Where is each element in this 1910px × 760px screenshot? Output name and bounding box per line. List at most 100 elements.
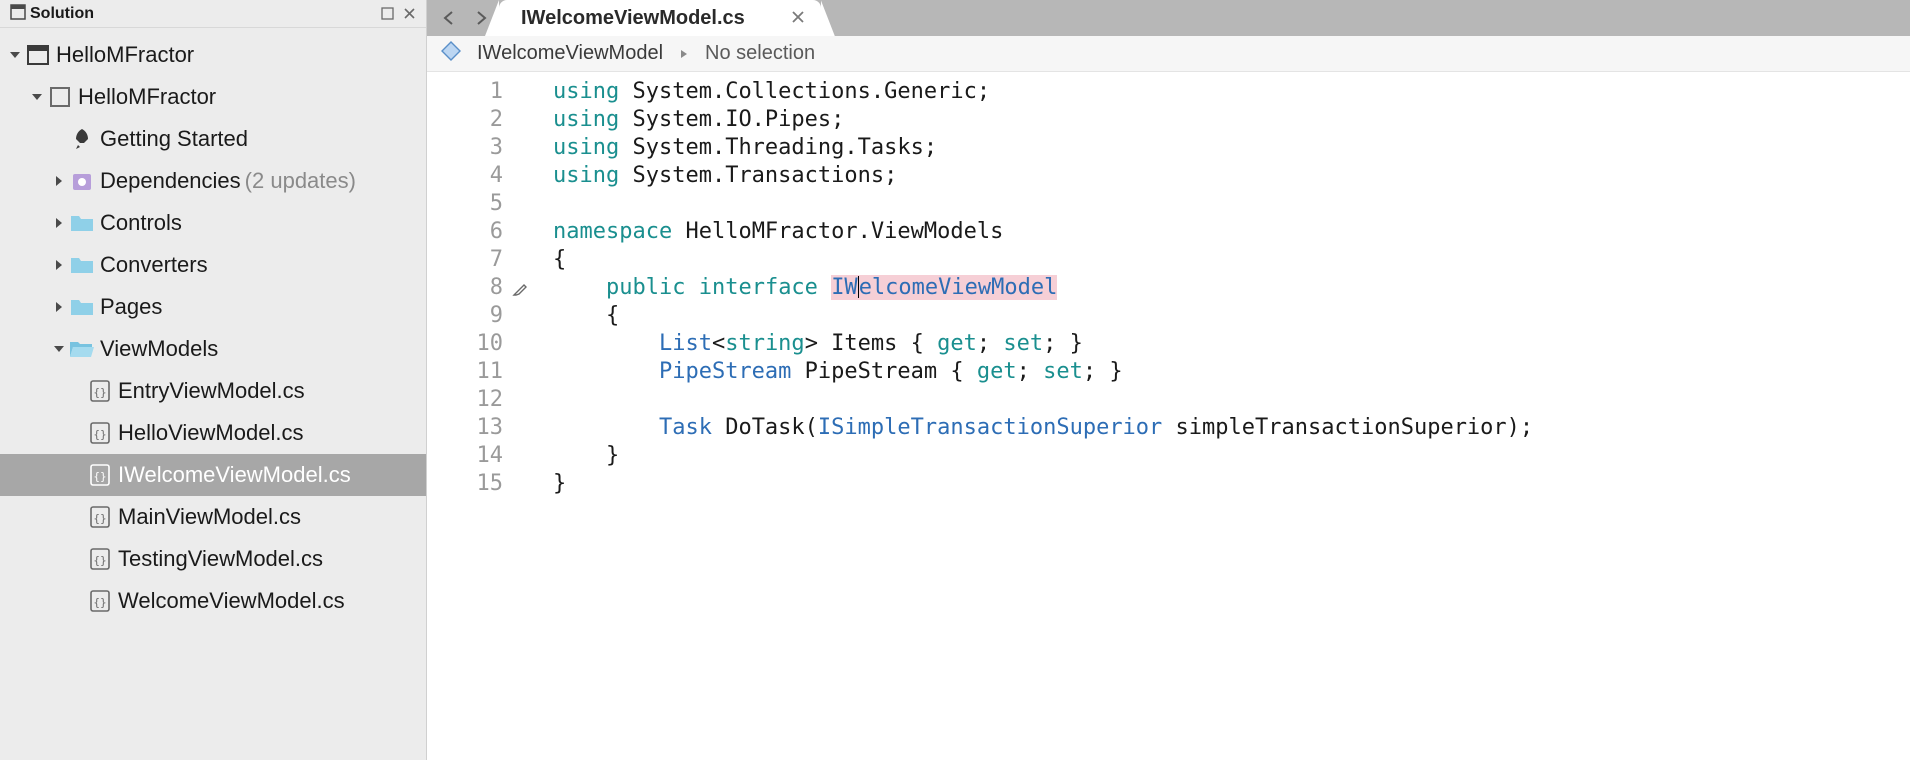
tree-label: ViewModels xyxy=(100,336,218,362)
svg-text:{}: {} xyxy=(93,428,106,441)
code-line[interactable]: using System.IO.Pipes; xyxy=(553,106,1910,134)
svg-text:{}: {} xyxy=(93,470,106,483)
interface-icon xyxy=(441,41,461,67)
solution-tree[interactable]: HelloMFractor HelloMFractor Getting Star… xyxy=(0,28,426,622)
nav-forward-button[interactable] xyxy=(473,10,489,26)
line-number: 12 xyxy=(427,386,503,414)
tab-label: IWelcomeViewModel.cs xyxy=(521,7,745,30)
tab-bar: IWelcomeViewModel.cs xyxy=(427,0,1910,36)
tree-label: Converters xyxy=(100,252,208,278)
tree-file-item[interactable]: {} EntryViewModel.cs xyxy=(0,370,426,412)
tree-folder-controls[interactable]: Controls xyxy=(0,202,426,244)
folder-icon xyxy=(68,213,96,233)
tree-getting-started[interactable]: Getting Started xyxy=(0,118,426,160)
chevron-down-icon[interactable] xyxy=(50,343,68,355)
tree-label: Getting Started xyxy=(100,126,248,152)
solution-icon xyxy=(24,43,52,67)
tree-file-item[interactable]: {} WelcomeViewModel.cs xyxy=(0,580,426,622)
code-line[interactable]: using System.Threading.Tasks; xyxy=(553,134,1910,162)
nav-back-button[interactable] xyxy=(441,10,457,26)
code-content[interactable]: using System.Collections.Generic;using S… xyxy=(513,78,1910,760)
line-number: 9 xyxy=(427,302,503,330)
tree-dependencies[interactable]: Dependencies (2 updates) xyxy=(0,160,426,202)
breadcrumb-item[interactable]: IWelcomeViewModel xyxy=(477,42,663,65)
breadcrumb-bar: IWelcomeViewModel No selection xyxy=(427,36,1910,72)
code-line[interactable]: using System.Transactions; xyxy=(553,162,1910,190)
line-number: 8 xyxy=(427,274,503,302)
folder-icon xyxy=(68,297,96,317)
csharp-file-icon: {} xyxy=(86,589,114,613)
code-line[interactable]: using System.Collections.Generic; xyxy=(553,78,1910,106)
code-line[interactable]: Task DoTask(ISimpleTransactionSuperior s… xyxy=(553,414,1910,442)
editor-tab-active[interactable]: IWelcomeViewModel.cs xyxy=(499,0,821,36)
code-editor[interactable]: 123456789101112131415 using System.Colle… xyxy=(427,72,1910,760)
line-number: 6 xyxy=(427,218,503,246)
code-line[interactable]: PipeStream PipeStream { get; set; } xyxy=(553,358,1910,386)
chevron-right-icon[interactable] xyxy=(50,301,68,313)
code-line[interactable]: } xyxy=(553,470,1910,498)
tree-file-item[interactable]: {} MainViewModel.cs xyxy=(0,496,426,538)
tree-label: WelcomeViewModel.cs xyxy=(118,588,345,614)
svg-text:{}: {} xyxy=(93,512,106,525)
tree-label: Pages xyxy=(100,294,162,320)
line-number: 3 xyxy=(427,134,503,162)
code-line[interactable]: namespace HelloMFractor.ViewModels xyxy=(553,218,1910,246)
svg-text:{}: {} xyxy=(93,596,106,609)
tree-project-node[interactable]: HelloMFractor xyxy=(0,76,426,118)
chevron-right-icon[interactable] xyxy=(50,259,68,271)
folder-open-icon xyxy=(68,339,96,359)
close-pad-button[interactable] xyxy=(400,5,418,23)
code-line[interactable]: List<string> Items { get; set; } xyxy=(553,330,1910,358)
code-line[interactable] xyxy=(553,190,1910,218)
tree-file-item[interactable]: {} IWelcomeViewModel.cs xyxy=(0,454,426,496)
sidebar-header: Solution xyxy=(0,0,426,28)
csharp-file-icon: {} xyxy=(86,379,114,403)
line-number: 4 xyxy=(427,162,503,190)
project-icon xyxy=(46,85,74,109)
chevron-right-icon[interactable] xyxy=(50,217,68,229)
tree-folder-viewmodels[interactable]: ViewModels xyxy=(0,328,426,370)
tree-label: Dependencies xyxy=(100,168,241,194)
code-line[interactable]: { xyxy=(553,302,1910,330)
folder-icon xyxy=(68,255,96,275)
chevron-right-icon[interactable] xyxy=(50,175,68,187)
tree-file-item[interactable]: {}TestingViewModel.cs xyxy=(0,538,426,580)
chevron-right-icon xyxy=(679,46,689,62)
csharp-file-icon: {} xyxy=(86,547,114,571)
rocket-icon xyxy=(68,127,96,151)
tree-file-item[interactable]: {} HelloViewModel.cs xyxy=(0,412,426,454)
line-number: 2 xyxy=(427,106,503,134)
chevron-down-icon[interactable] xyxy=(28,91,46,103)
undock-button[interactable] xyxy=(378,5,396,23)
tree-label: IWelcomeViewModel.cs xyxy=(118,462,351,488)
tree-label: HelloMFractor xyxy=(56,42,194,68)
csharp-file-icon: {} xyxy=(86,505,114,529)
code-line[interactable]: { xyxy=(553,246,1910,274)
code-line[interactable] xyxy=(553,386,1910,414)
tree-label: TestingViewModel.cs xyxy=(118,546,323,572)
editor-pane: IWelcomeViewModel.cs IWelcomeViewModel N… xyxy=(427,0,1910,760)
chevron-down-icon[interactable] xyxy=(6,49,24,61)
tab-close-button[interactable] xyxy=(791,8,805,29)
code-line[interactable]: public interface IWelcomeViewModel xyxy=(553,274,1910,302)
line-number: 11 xyxy=(427,358,503,386)
breadcrumb-secondary[interactable]: No selection xyxy=(705,42,815,65)
code-line[interactable]: } xyxy=(553,442,1910,470)
tree-label: MainViewModel.cs xyxy=(118,504,301,530)
tree-label: EntryViewModel.cs xyxy=(118,378,305,404)
line-number: 13 xyxy=(427,414,503,442)
line-number: 5 xyxy=(427,190,503,218)
line-number: 1 xyxy=(427,78,503,106)
tree-folder-converters[interactable]: Converters xyxy=(0,244,426,286)
sidebar-title: Solution xyxy=(30,5,374,23)
tree-label: HelloMFractor xyxy=(78,84,216,110)
svg-text:{}: {} xyxy=(93,386,106,399)
tree-solution-node[interactable]: HelloMFractor xyxy=(0,34,426,76)
solution-sidebar: Solution HelloMFractor xyxy=(0,0,427,760)
package-icon xyxy=(68,169,96,193)
tree-note: (2 updates) xyxy=(245,168,356,194)
solution-pad-icon xyxy=(10,4,26,23)
tree-label: HelloViewModel.cs xyxy=(118,420,303,446)
tree-folder-pages[interactable]: Pages xyxy=(0,286,426,328)
csharp-file-icon: {} xyxy=(86,421,114,445)
